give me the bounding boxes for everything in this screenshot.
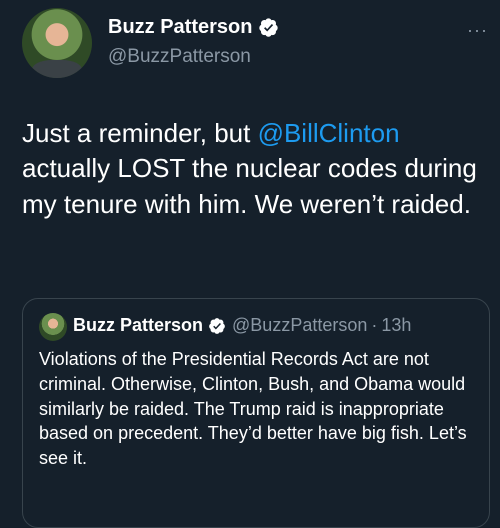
author-display-name[interactable]: Buzz Patterson <box>108 16 252 39</box>
quoted-author-display-name: Buzz Patterson <box>73 315 204 335</box>
more-options-icon[interactable]: ··· <box>467 20 488 41</box>
verified-badge-icon <box>259 18 279 37</box>
separator-dot: · <box>371 315 378 335</box>
author-avatar[interactable] <box>22 8 92 78</box>
quoted-author-avatar <box>39 313 67 341</box>
quoted-tweet-timestamp: 13h <box>381 315 412 335</box>
quoted-author-handle: @BuzzPatterson <box>232 315 368 335</box>
verified-badge-icon <box>209 317 225 334</box>
author-handle[interactable]: @BuzzPatterson <box>108 46 251 68</box>
mention-link[interactable]: @BillClinton <box>258 118 400 148</box>
quoted-tweet-card[interactable]: Buzz Patterson @BuzzPatterson · 13h Viol… <box>22 298 490 528</box>
tweet-text: Just a reminder, but @BillClinton actual… <box>22 116 484 222</box>
tweet-text-part1: Just a reminder, but <box>22 118 258 148</box>
quoted-tweet-text: Violations of the Presidential Records A… <box>39 349 467 469</box>
author-name-row: Buzz Patterson <box>108 16 279 39</box>
tweet-text-part2: actually LOST the nuclear codes during m… <box>22 153 477 219</box>
quoted-tweet-header: Buzz Patterson @BuzzPatterson · 13h <box>73 315 411 336</box>
